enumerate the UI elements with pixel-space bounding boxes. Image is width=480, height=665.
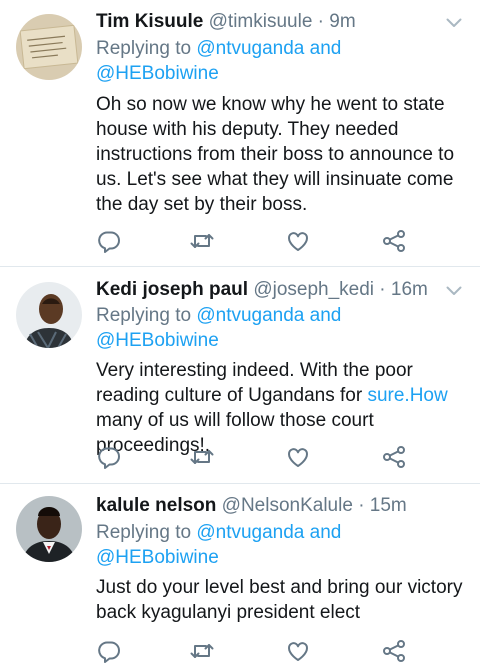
tweet-header: kalule nelson @NelsonKalule · 15m <box>96 495 440 517</box>
mention-conjunction: and <box>309 38 342 59</box>
replying-to: Replying to @ntvuganda and @HEBobiwine <box>96 303 460 353</box>
share-icon[interactable] <box>381 445 407 469</box>
timestamp[interactable]: 16m <box>391 279 428 300</box>
user-handle[interactable]: @joseph_kedi <box>253 279 374 300</box>
reply-icon[interactable] <box>96 639 122 663</box>
share-icon[interactable] <box>381 639 407 663</box>
mention-link[interactable]: @HEBobiwine <box>96 547 219 568</box>
tweet-card[interactable]: Kedi joseph paul @joseph_kedi · 16m Repl… <box>0 267 480 484</box>
tweet-actions <box>96 445 416 469</box>
mention-link[interactable]: @ntvuganda <box>196 305 304 326</box>
retweet-icon[interactable] <box>189 445 215 469</box>
share-icon[interactable] <box>381 229 407 253</box>
retweet-icon[interactable] <box>189 639 215 663</box>
display-name[interactable]: Kedi joseph paul <box>96 279 248 300</box>
reply-icon[interactable] <box>96 445 122 469</box>
mention-link[interactable]: @HEBobiwine <box>96 330 219 351</box>
replying-prefix: Replying to <box>96 305 192 326</box>
tweet-header: Kedi joseph paul @joseph_kedi · 16m <box>96 279 440 301</box>
like-icon[interactable] <box>285 639 311 663</box>
tweet-feed: Tim Kisuule @timkisuule · 9m Replying to… <box>0 0 480 665</box>
chevron-down-icon[interactable] <box>446 286 462 296</box>
tweet-card[interactable]: kalule nelson @NelsonKalule · 15m Replyi… <box>0 484 480 665</box>
user-handle[interactable]: @timkisuule <box>209 11 313 32</box>
mention-conjunction: and <box>309 522 342 543</box>
avatar[interactable] <box>16 496 82 562</box>
retweet-icon[interactable] <box>189 229 215 253</box>
tweet-actions <box>96 229 416 253</box>
like-icon[interactable] <box>285 445 311 469</box>
tweet-text: Oh so now we know why he went to state h… <box>96 94 455 215</box>
replying-to: Replying to @ntvuganda and @HEBobiwine <box>96 520 460 570</box>
replying-to: Replying to @ntvuganda and @HEBobiwine <box>96 36 460 86</box>
mention-conjunction: and <box>309 305 342 326</box>
timestamp[interactable]: 9m <box>329 11 355 32</box>
display-name[interactable]: kalule nelson <box>96 495 216 516</box>
chevron-down-icon[interactable] <box>446 18 462 28</box>
replying-prefix: Replying to <box>96 38 192 59</box>
tweet-link[interactable]: sure.How <box>367 385 447 406</box>
tweet-actions <box>96 639 416 663</box>
avatar[interactable] <box>16 14 82 80</box>
avatar[interactable] <box>16 282 82 348</box>
tweet-header: Tim Kisuule @timkisuule · 9m <box>96 11 440 33</box>
tweet-text: Just do your level best and bring our vi… <box>96 577 463 623</box>
tweet-text-start: Very interesting indeed. With the poor r… <box>96 360 413 406</box>
mention-link[interactable]: @ntvuganda <box>196 522 304 543</box>
tweet-card[interactable]: Tim Kisuule @timkisuule · 9m Replying to… <box>0 0 480 267</box>
like-icon[interactable] <box>285 229 311 253</box>
separator-dot: · <box>379 279 386 300</box>
user-handle[interactable]: @NelsonKalule <box>222 495 353 516</box>
separator-dot: · <box>317 11 324 32</box>
separator-dot: · <box>358 495 365 516</box>
tweet-text: Very interesting indeed. With the poor r… <box>96 358 468 458</box>
reply-icon[interactable] <box>96 229 122 253</box>
timestamp[interactable]: 15m <box>370 495 407 516</box>
replying-prefix: Replying to <box>96 522 192 543</box>
mention-link[interactable]: @HEBobiwine <box>96 63 219 84</box>
display-name[interactable]: Tim Kisuule <box>96 11 203 32</box>
mention-link[interactable]: @ntvuganda <box>196 38 304 59</box>
